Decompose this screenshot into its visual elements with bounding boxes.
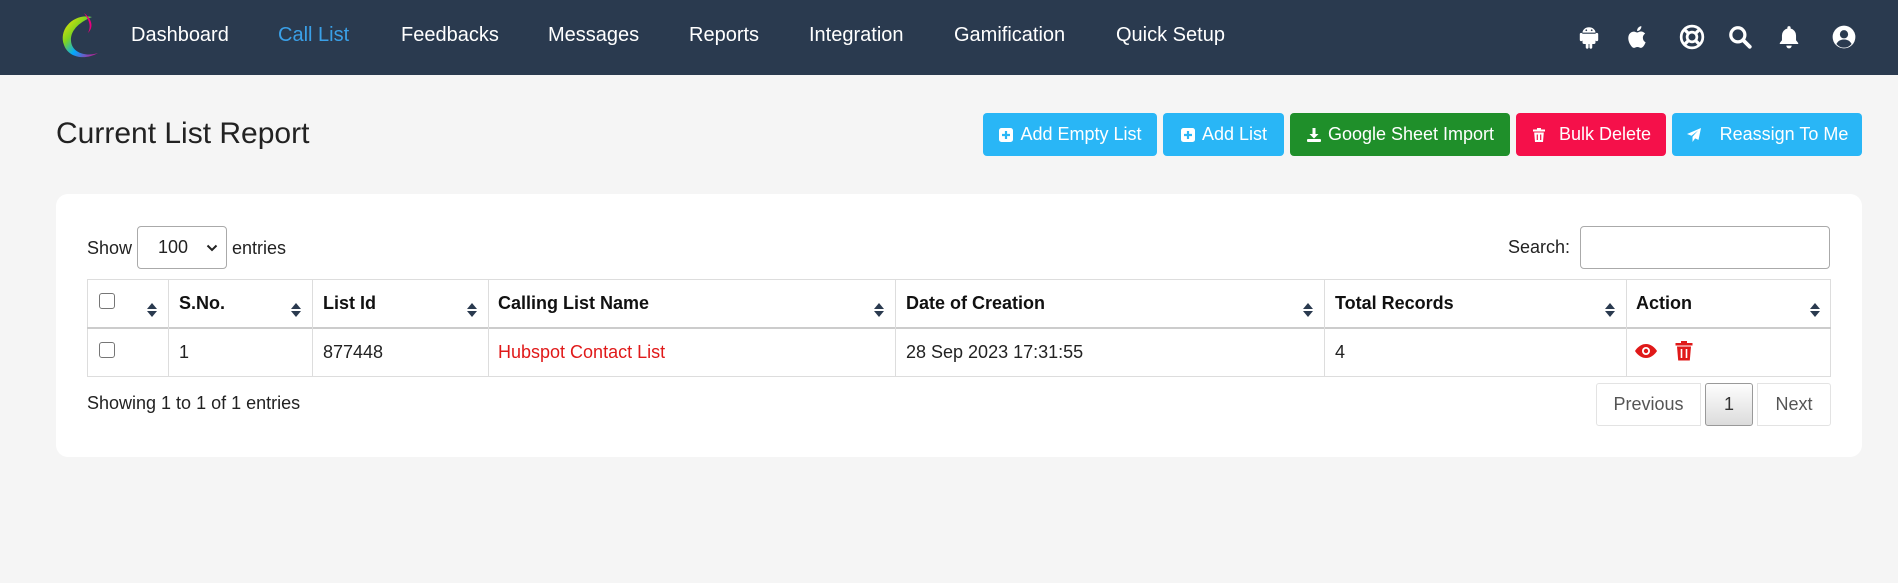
cell-calling-list-name-link[interactable]: Hubspot Contact List <box>498 342 665 363</box>
sort-icon[interactable] <box>290 302 302 318</box>
top-navbar: Dashboard Call List Feedbacks Messages R… <box>0 0 1898 75</box>
previous-page-label: Previous <box>1613 394 1684 414</box>
next-page-button[interactable]: Next <box>1757 383 1831 426</box>
previous-page-button[interactable]: Previous <box>1596 383 1701 426</box>
trash-icon <box>1532 127 1545 142</box>
add-list-button[interactable]: Add List <box>1163 113 1284 156</box>
next-page-label: Next <box>1775 394 1813 414</box>
select-all-checkbox[interactable] <box>99 293 115 309</box>
column-divider <box>1626 279 1627 377</box>
page-title: Current List Report <box>56 117 310 150</box>
nav-dashboard[interactable]: Dashboard <box>131 24 229 47</box>
column-header-action[interactable]: Action <box>1636 293 1692 314</box>
reassign-to-me-button[interactable]: Reassign To Me <box>1672 113 1862 156</box>
search-label: Search: <box>1508 237 1571 257</box>
page-1-label: 1 <box>1723 394 1734 414</box>
nav-gamification[interactable]: Gamification <box>954 24 1065 47</box>
nav-feedbacks[interactable]: Feedbacks <box>401 24 499 47</box>
column-header-date-of-creation[interactable]: Date of Creation <box>906 293 1045 314</box>
column-divider <box>1324 279 1325 377</box>
column-divider <box>895 279 896 377</box>
column-divider <box>488 279 489 377</box>
plus-square-icon <box>1180 127 1195 142</box>
android-icon[interactable] <box>1576 24 1602 50</box>
sort-icon[interactable] <box>1604 302 1616 318</box>
trash-icon[interactable] <box>1672 339 1696 363</box>
column-divider <box>168 279 169 377</box>
download-icon <box>1306 127 1321 142</box>
entries-label: entries <box>232 238 287 258</box>
column-divider <box>312 279 313 377</box>
user-circle-icon[interactable] <box>1831 24 1857 50</box>
show-label: Show <box>87 238 133 258</box>
bell-icon[interactable] <box>1776 24 1802 50</box>
page-1-button[interactable]: 1 <box>1705 383 1753 426</box>
google-sheet-import-button[interactable]: Google Sheet Import <box>1290 113 1510 156</box>
bulk-delete-button[interactable]: Bulk Delete <box>1516 113 1666 156</box>
bulk-delete-label: Bulk Delete <box>1558 124 1652 144</box>
add-empty-list-button[interactable]: Add Empty List <box>983 113 1157 156</box>
cell-sno: 1 <box>179 342 190 362</box>
apple-icon[interactable] <box>1625 24 1651 50</box>
plus-square-icon <box>999 127 1014 142</box>
sort-icon[interactable] <box>466 302 478 318</box>
lifebuoy-icon[interactable] <box>1679 24 1705 50</box>
sort-icon[interactable] <box>1302 302 1314 318</box>
table-header-divider <box>87 327 1831 329</box>
cell-date-of-creation: 28 Sep 2023 17:31:55 <box>906 342 1084 362</box>
column-header-total-records[interactable]: Total Records <box>1335 293 1454 314</box>
google-sheet-import-label: Google Sheet Import <box>1327 124 1495 144</box>
column-header-calling-list-name[interactable]: Calling List Name <box>498 293 649 314</box>
app-logo[interactable] <box>54 11 106 63</box>
reassign-to-me-label: Reassign To Me <box>1719 124 1849 144</box>
table-info: Showing 1 to 1 of 1 entries <box>87 393 301 413</box>
search-input[interactable] <box>1580 226 1830 269</box>
column-header-list-id[interactable]: List Id <box>323 293 376 314</box>
cell-list-id: 877448 <box>323 342 384 362</box>
nav-messages[interactable]: Messages <box>548 24 639 47</box>
chevron-down-icon <box>206 244 218 252</box>
nav-quick-setup[interactable]: Quick Setup <box>1116 24 1225 47</box>
nav-call-list[interactable]: Call List <box>278 24 349 47</box>
sort-icon[interactable] <box>146 302 158 318</box>
nav-reports[interactable]: Reports <box>689 24 759 47</box>
nav-integration[interactable]: Integration <box>809 24 904 47</box>
sort-icon[interactable] <box>1809 302 1821 318</box>
cell-total-records: 4 <box>1335 342 1346 362</box>
eye-icon[interactable] <box>1634 339 1658 363</box>
paper-plane-icon <box>1686 127 1701 142</box>
search-icon[interactable] <box>1727 24 1753 50</box>
add-list-label: Add List <box>1201 124 1268 144</box>
sort-icon[interactable] <box>873 302 885 318</box>
row-checkbox[interactable] <box>99 342 115 358</box>
column-header-sno[interactable]: S.No. <box>179 293 225 314</box>
entries-length-select[interactable]: 100 <box>137 226 227 269</box>
add-empty-list-label: Add Empty List <box>1020 124 1142 144</box>
entries-length-value: 100 <box>158 237 189 257</box>
